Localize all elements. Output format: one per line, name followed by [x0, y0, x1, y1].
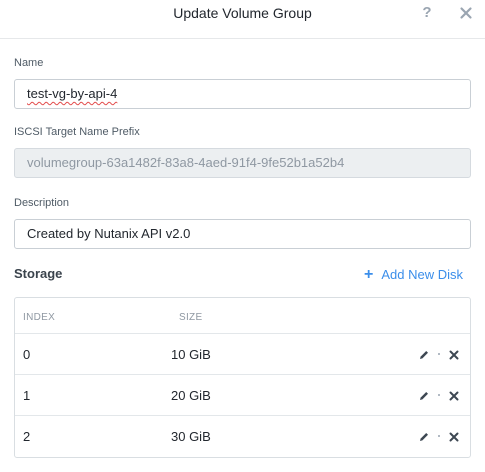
dialog-header: Update Volume Group ? — [0, 0, 485, 39]
plus-icon: + — [364, 266, 374, 283]
disk-size: 20 GiB — [171, 388, 211, 403]
close-icon[interactable] — [448, 348, 460, 360]
description-input[interactable]: Created by Nutanix API v2.0 — [14, 219, 471, 249]
column-header-index: INDEX — [23, 312, 56, 323]
disk-size: 10 GiB — [171, 347, 211, 362]
separator-dot — [438, 353, 440, 355]
column-header-size: SIZE — [179, 312, 203, 323]
name-label: Name — [14, 57, 44, 69]
table-row: 0 10 GiB — [15, 334, 470, 375]
dialog-title: Update Volume Group — [173, 5, 312, 21]
description-input-value: Created by Nutanix API v2.0 — [27, 226, 191, 241]
disk-index: 2 — [23, 429, 31, 444]
question-mark-icon[interactable]: ? — [420, 4, 434, 22]
iscsi-target-prefix-input: volumegroup-63a1482f-83a8-4aed-91f4-9fe5… — [14, 148, 471, 178]
disk-table-header: INDEX SIZE — [15, 298, 470, 334]
disk-index: 0 — [23, 347, 31, 362]
name-input-value: test-vg-by-api-4 — [27, 86, 118, 101]
pencil-icon[interactable] — [418, 430, 430, 442]
pencil-icon[interactable] — [418, 348, 430, 360]
disk-size: 30 GiB — [171, 429, 211, 444]
close-icon[interactable] — [448, 389, 460, 401]
separator-dot — [438, 394, 440, 396]
name-input[interactable]: test-vg-by-api-4 — [14, 79, 471, 109]
disk-index: 1 — [23, 388, 31, 403]
row-actions — [418, 430, 460, 444]
table-row: 2 30 GiB — [15, 416, 470, 457]
row-actions — [418, 348, 460, 362]
iscsi-target-prefix-label: ISCSI Target Name Prefix — [14, 126, 140, 138]
add-new-disk-link[interactable]: + Add New Disk — [364, 266, 463, 284]
description-label: Description — [14, 197, 70, 209]
pencil-icon[interactable] — [418, 389, 430, 401]
row-actions — [418, 389, 460, 403]
table-row: 1 20 GiB — [15, 375, 470, 416]
add-new-disk-label: Add New Disk — [381, 267, 463, 282]
close-icon[interactable] — [448, 430, 460, 442]
update-volume-group-dialog: Update Volume Group ? Name test-vg-by-ap… — [0, 0, 485, 472]
separator-dot — [438, 435, 440, 437]
storage-section-title: Storage — [14, 266, 63, 281]
iscsi-target-prefix-value: volumegroup-63a1482f-83a8-4aed-91f4-9fe5… — [27, 155, 345, 170]
close-icon[interactable] — [458, 5, 474, 21]
disk-table: INDEX SIZE 0 10 GiB 1 20 GiB 2 30 GiB — [14, 297, 471, 458]
